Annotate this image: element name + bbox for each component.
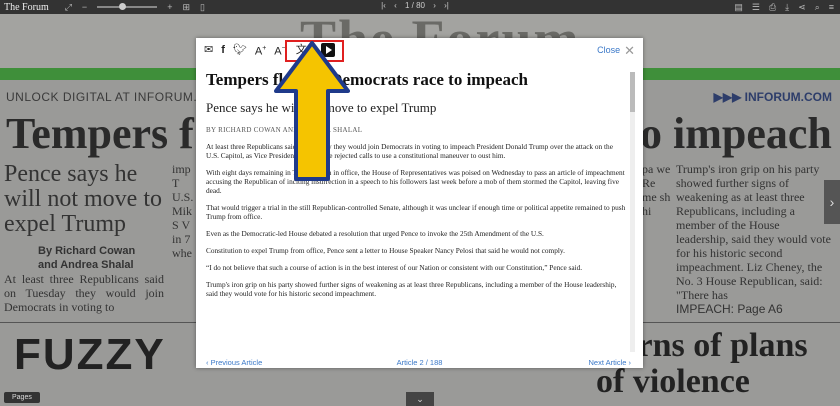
impeach-jump: IMPEACH: Page A6 xyxy=(676,302,783,316)
single-page-icon[interactable]: ▯ xyxy=(200,2,205,13)
next-page-icon[interactable]: › xyxy=(433,1,436,10)
article-footer: ‹ Previous Article Article 2 / 188 Next … xyxy=(196,358,643,368)
download-icon[interactable]: ⤓ xyxy=(785,2,789,13)
zoom-in-icon[interactable]: + xyxy=(167,2,172,12)
page-navigator: |‹ ‹ 1 / 80 › ›| xyxy=(370,1,460,13)
prev-page-icon[interactable]: ‹ xyxy=(394,1,397,10)
close-button[interactable]: Close ✕ xyxy=(597,43,635,59)
last-page-icon[interactable]: ›| xyxy=(444,1,449,10)
first-page-icon[interactable]: |‹ xyxy=(381,1,386,10)
article-paragraph: Trump's iron grip on his party showed fu… xyxy=(206,280,617,298)
article-paragraph: With eight days remaining in Trump's ter… xyxy=(206,168,625,195)
menu-icon[interactable]: ≡ xyxy=(829,2,834,12)
chevron-down-icon[interactable]: ⌄ xyxy=(406,392,434,406)
article-counter: Article 2 / 188 xyxy=(396,358,443,367)
article-paragraph: That would trigger a trial in the still … xyxy=(206,203,626,221)
column-right: Trump's iron grip on his party showed fu… xyxy=(676,162,831,302)
byline: By Richard Cowan and Andrea Shalal xyxy=(38,244,135,272)
scrollbar[interactable] xyxy=(630,72,635,352)
scrollbar-thumb[interactable] xyxy=(630,72,635,112)
arrow-shape xyxy=(274,41,350,181)
byline-line-1: By Richard Cowan xyxy=(38,245,136,257)
deck-text: Pence says he will not move to expel Tru… xyxy=(4,161,162,237)
article-subtitle: Pence says he will not move to expel Tru… xyxy=(206,100,437,115)
headline-left: Tempers f xyxy=(6,109,194,158)
page-indicator[interactable]: 1 / 80 xyxy=(405,1,425,10)
pages-button[interactable]: Pages xyxy=(4,392,40,403)
facebook-icon[interactable]: f xyxy=(221,43,225,57)
body-left: At least three Republicans said on Tuesd… xyxy=(4,272,164,314)
close-label[interactable]: Close xyxy=(597,45,620,55)
list-icon[interactable]: ☰ xyxy=(752,2,760,13)
article-view-icon[interactable]: ▤ xyxy=(734,2,743,13)
email-icon[interactable]: ✉ xyxy=(204,43,213,57)
article-paragraph: Constitution to expel Trump from office,… xyxy=(206,246,565,255)
article-body: Tempers flare as Democrats race to impea… xyxy=(206,70,626,350)
article-byline: BY RICHARD COWAN AND ANDREA SHALAL xyxy=(206,126,363,134)
toolbar-right: ▤ ☰ ⎙ ⤓ ⋖ ⌕ ≡ xyxy=(734,0,834,14)
article-paragraph: At least three Republicans said on Tuesd… xyxy=(206,142,613,160)
fuzzy-headline: FUZZY xyxy=(14,330,166,379)
inforum-link[interactable]: ▶▶▶ INFORUM.COM xyxy=(714,90,832,104)
twitter-icon[interactable]: 🐦︎ xyxy=(233,43,247,57)
next-page-chevron-icon[interactable]: › xyxy=(824,180,840,224)
zoom-out-icon[interactable]: − xyxy=(82,2,87,12)
headline-right: o impeach xyxy=(640,109,832,158)
byline-line-2: and Andrea Shalal xyxy=(38,259,134,271)
article-paragraph: Even as the Democratic-led House debated… xyxy=(206,229,544,238)
column-right-partial: pa we Re me sh hi xyxy=(642,162,671,218)
article-modal: ✉ f 🐦︎ A+ A− 文× Close✕ Tempers flare as … xyxy=(196,38,643,368)
print-icon[interactable]: ⎙ xyxy=(769,2,776,13)
reader-toolbar: The Forum ⤢ − + ⊞ ▯ |‹ ‹ 1 / 80 › ›| ▤ ☰… xyxy=(0,0,840,14)
article-title: Tempers flare as Democrats race to impea… xyxy=(206,70,528,89)
next-article-link[interactable]: Next Article › xyxy=(588,358,631,367)
grid-icon[interactable]: ⊞ xyxy=(182,2,190,13)
zoom-slider[interactable] xyxy=(97,3,158,10)
article-paragraph: “I do not believe that such a course of … xyxy=(206,263,583,272)
app-title: The Forum xyxy=(4,1,49,13)
font-increase-icon[interactable]: A+ xyxy=(255,42,266,59)
annotation-arrow-icon xyxy=(274,41,350,181)
unlock-text: UNLOCK DIGITAL AT INFORUM.COM xyxy=(6,90,227,104)
close-icon[interactable]: ✕ xyxy=(624,43,635,58)
share-icon[interactable]: ⋖ xyxy=(798,2,806,13)
fullscreen-icon[interactable]: ⤢ xyxy=(65,2,72,13)
search-icon[interactable]: ⌕ xyxy=(815,2,820,13)
